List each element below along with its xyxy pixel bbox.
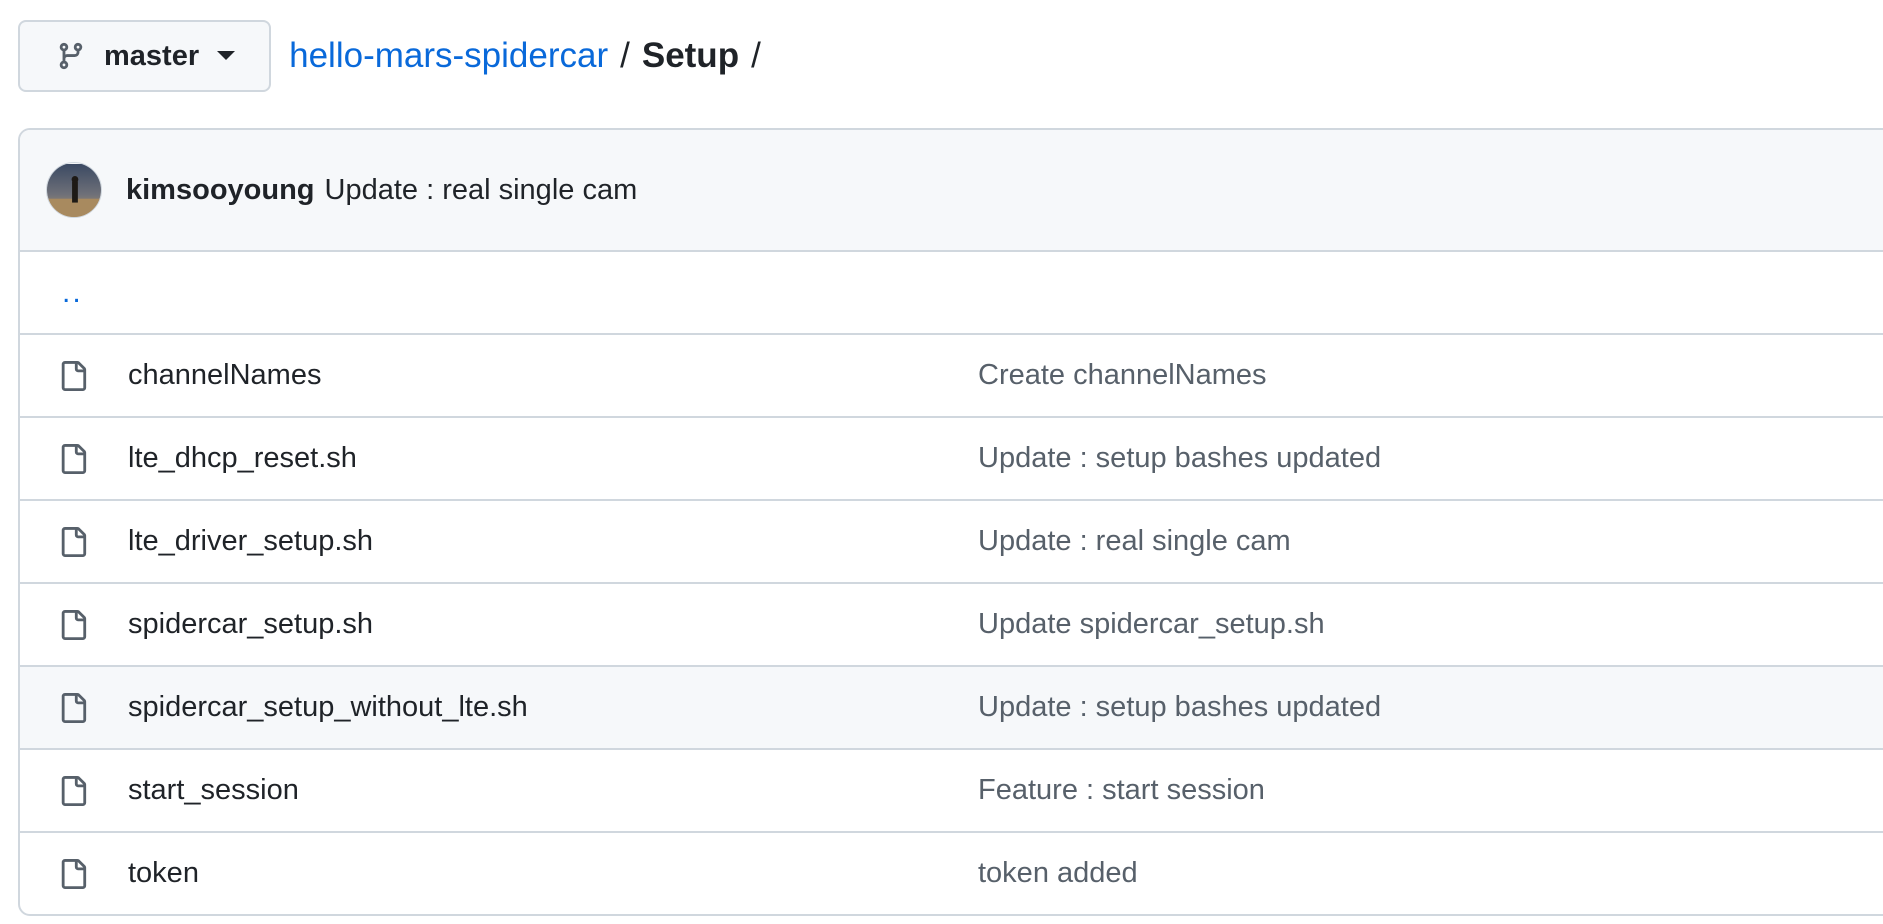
file-name-link[interactable]: token [128, 857, 978, 890]
file-icon [58, 691, 92, 725]
file-icon [58, 774, 92, 808]
commit-author[interactable]: kimsooyoung [126, 174, 315, 207]
file-name-link[interactable]: lte_dhcp_reset.sh [128, 442, 978, 475]
file-row[interactable]: channelNames Create channelNames [20, 333, 1883, 416]
file-name-link[interactable]: lte_driver_setup.sh [128, 525, 978, 558]
file-name-link[interactable]: spidercar_setup.sh [128, 608, 978, 641]
breadcrumb-separator: / [620, 36, 630, 75]
breadcrumb-current-folder: Setup [641, 36, 740, 75]
file-row[interactable]: lte_dhcp_reset.sh Update : setup bashes u… [20, 416, 1883, 499]
file-icon [58, 608, 92, 642]
avatar[interactable] [46, 162, 102, 218]
file-name-link[interactable]: spidercar_setup_without_lte.sh [128, 691, 978, 724]
file-row[interactable]: start_session Feature : start session [20, 748, 1883, 831]
file-commit-message-link[interactable]: Feature : start session [978, 774, 1265, 807]
breadcrumb-trailing-separator: / [751, 36, 761, 75]
file-list: kimsooyoung Update : real single cam .. … [18, 128, 1883, 916]
caret-down-icon [217, 51, 236, 61]
git-branch-icon [56, 39, 86, 73]
branch-label: master [104, 39, 200, 72]
file-commit-message-link[interactable]: Update : setup bashes updated [978, 691, 1381, 724]
file-name-link[interactable]: channelNames [128, 359, 978, 392]
branch-selector-button[interactable]: master [18, 20, 272, 92]
top-bar: master hello-mars-spidercar / Setup / [18, 20, 773, 92]
file-icon [58, 442, 92, 476]
file-icon [58, 857, 92, 891]
file-commit-message-link[interactable]: Update spidercar_setup.sh [978, 608, 1325, 641]
parent-directory-row[interactable]: .. [20, 252, 1883, 333]
file-icon [58, 525, 92, 559]
file-commit-message-link[interactable]: Update : setup bashes updated [978, 442, 1381, 475]
file-row[interactable]: spidercar_setup_without_lte.sh Update : s… [20, 665, 1883, 748]
file-row[interactable]: lte_driver_setup.sh Update : real single … [20, 499, 1883, 582]
breadcrumb: hello-mars-spidercar / Setup / [289, 36, 773, 76]
file-commit-message-link[interactable]: Update : real single cam [978, 525, 1291, 558]
file-row[interactable]: spidercar_setup.sh Update spidercar_setup… [20, 582, 1883, 665]
commit-message[interactable]: Update : real single cam [325, 174, 638, 207]
file-commit-message-link[interactable]: Create channelNames [978, 359, 1267, 392]
breadcrumb-repo-link[interactable]: hello-mars-spidercar [289, 36, 608, 76]
parent-directory-link[interactable]: .. [62, 276, 83, 310]
latest-commit-bar: kimsooyoung Update : real single cam [20, 130, 1883, 252]
file-name-link[interactable]: start_session [128, 774, 978, 807]
file-row[interactable]: token token added [20, 831, 1883, 914]
file-icon [58, 359, 92, 393]
file-commit-message-link[interactable]: token added [978, 857, 1138, 890]
